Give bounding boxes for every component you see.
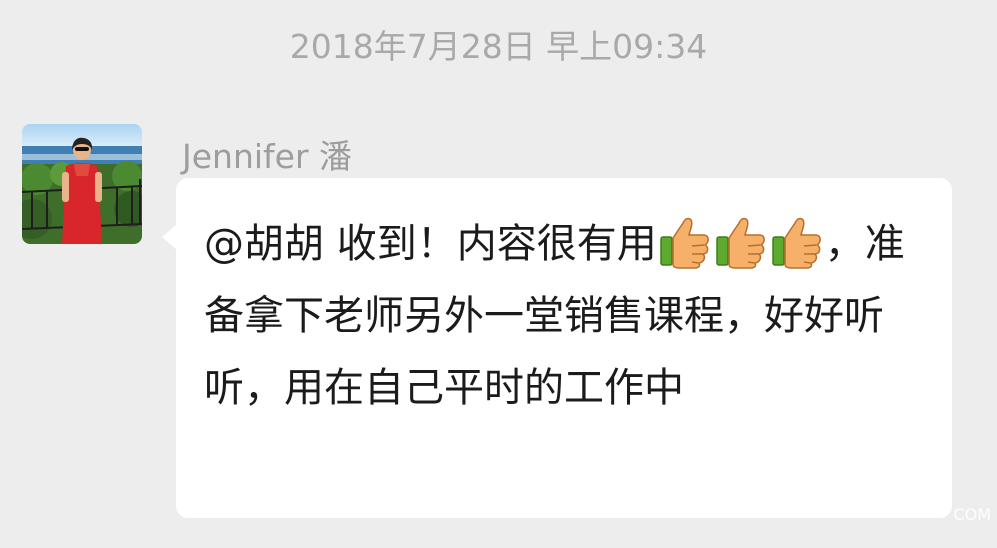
watermark: COM (953, 505, 991, 524)
avatar[interactable] (22, 124, 142, 244)
thumbs-up-icon (771, 213, 823, 269)
message-text-part: @胡胡 收到！内容很有用 (204, 221, 657, 267)
message-bubble[interactable]: @胡胡 收到！内容很有用 ，准备拿下老师另外一堂销售课程，好好听听，用在自己平时的… (162, 178, 952, 518)
thumbs-up-icon (659, 213, 711, 269)
avatar-photo (22, 124, 142, 244)
thumbs-up-icon (715, 213, 767, 269)
message-text: @胡胡 收到！内容很有用 ，准备拿下老师另外一堂销售课程，好好听听，用在自己平时的… (204, 208, 924, 424)
sender-name: Jennifer 潘 (182, 137, 353, 176)
message-timestamp: 2018年7月28日 早上09:34 (289, 27, 708, 66)
